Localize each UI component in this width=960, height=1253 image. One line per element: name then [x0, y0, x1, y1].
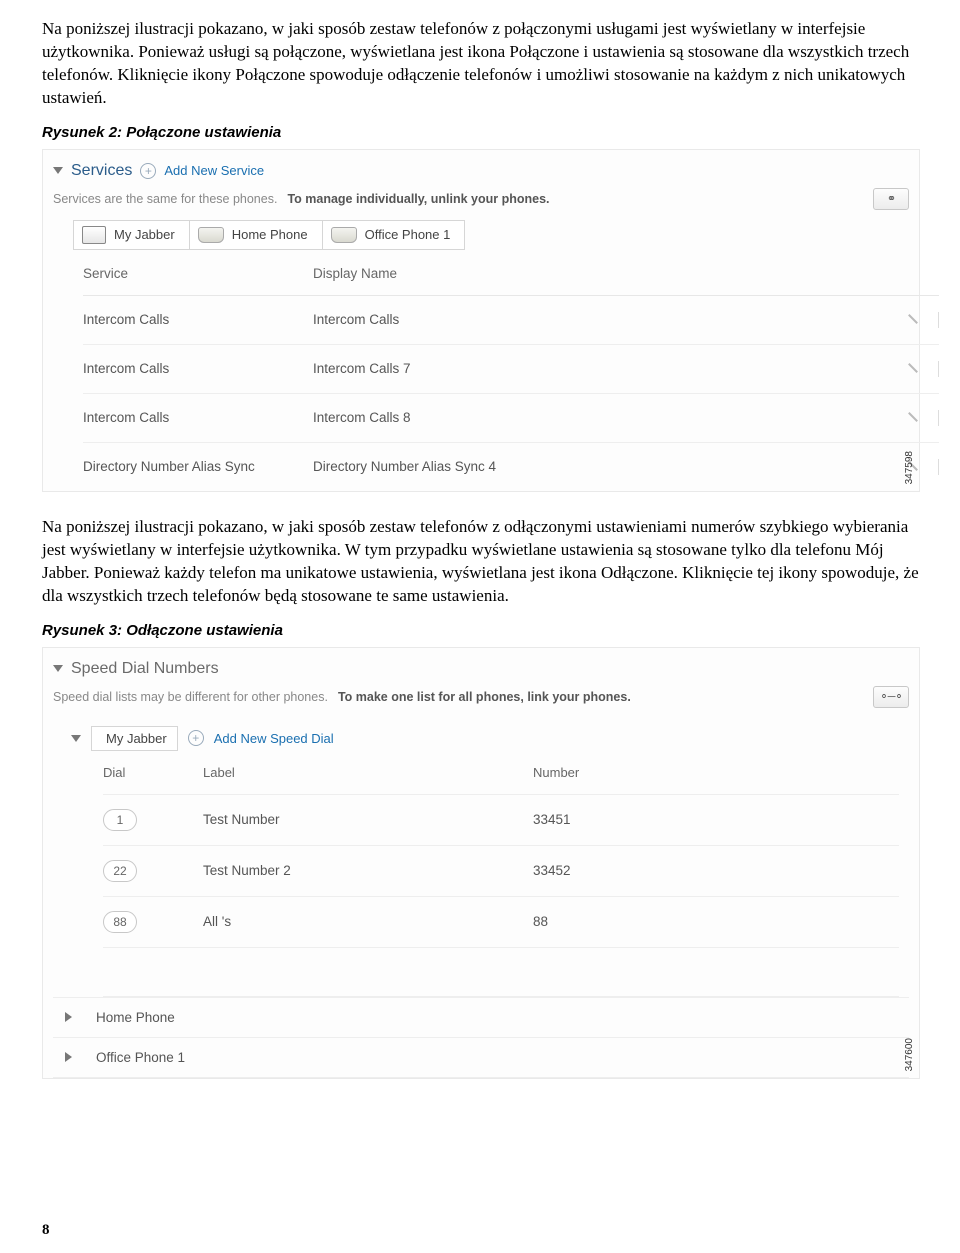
sd-note-a: Speed dial lists may be different for ot… — [53, 690, 328, 704]
col-label: Label — [203, 765, 533, 780]
edit-icon[interactable] — [906, 361, 920, 375]
expand-icon[interactable] — [65, 1012, 72, 1022]
cell: Intercom Calls 7 — [313, 361, 879, 376]
collapse-icon[interactable] — [53, 665, 63, 672]
add-speed-dial-link[interactable]: Add New Speed Dial — [214, 731, 334, 746]
para-1: Na poniższej ilustracji pokazano, w jaki… — [42, 18, 920, 110]
service-row: Intercom Calls Intercom Calls 8 — [83, 394, 939, 443]
tab-my-jabber[interactable]: My Jabber — [73, 220, 190, 250]
collapse-icon[interactable] — [71, 735, 81, 742]
service-row: Directory Number Alias Sync Directory Nu… — [83, 443, 939, 491]
empty-row — [103, 948, 899, 997]
cell: All 's — [203, 914, 533, 929]
services-title: Services — [71, 162, 132, 180]
sd-note-b: To make one list for all phones, link yo… — [338, 690, 631, 704]
device-label: Office Phone 1 — [96, 1050, 185, 1065]
collapse-icon[interactable] — [53, 167, 63, 174]
cell: Intercom Calls — [83, 410, 313, 425]
chip-label: My Jabber — [106, 731, 167, 746]
cell: Directory Number Alias Sync 4 — [313, 459, 879, 474]
tab-label: Home Phone — [232, 227, 308, 242]
col-service: Service — [83, 266, 313, 281]
col-dial: Dial — [103, 765, 203, 780]
tab-office-phone[interactable]: Office Phone 1 — [323, 220, 466, 250]
services-panel: Services + Add New Service Services are … — [42, 149, 920, 492]
divider — [938, 312, 939, 328]
tab-label: My Jabber — [114, 227, 175, 242]
unlink-button[interactable]: ⚭ — [873, 188, 909, 210]
services-note-a: Services are the same for these phones. — [53, 192, 277, 206]
dial-badge: 1 — [103, 809, 137, 831]
jabber-icon — [82, 226, 106, 244]
device-office-phone[interactable]: Office Phone 1 — [53, 1037, 909, 1078]
jabber-chip[interactable]: My Jabber — [91, 726, 178, 751]
services-note-b: To manage individually, unlink your phon… — [287, 192, 549, 206]
cell: 33451 — [533, 812, 899, 827]
cell: Test Number — [203, 812, 533, 827]
figure-3-caption: Rysunek 3: Odłączone ustawienia — [42, 622, 920, 639]
unlink-icon: ⚬─⚬ — [879, 690, 902, 703]
cell: Intercom Calls — [83, 312, 313, 327]
page-number: 8 — [42, 1222, 50, 1239]
tab-label: Office Phone 1 — [365, 227, 451, 242]
cell: 88 — [533, 914, 899, 929]
expand-icon[interactable] — [65, 1052, 72, 1062]
plus-icon[interactable]: + — [188, 730, 204, 746]
speed-dial-panel: Speed Dial Numbers Speed dial lists may … — [42, 647, 920, 1079]
cell: 33452 — [533, 863, 899, 878]
device-label: Home Phone — [96, 1010, 175, 1025]
add-service-link[interactable]: Add New Service — [164, 163, 264, 178]
edit-icon[interactable] — [906, 312, 920, 326]
link-button[interactable]: ⚬─⚬ — [873, 686, 909, 708]
cell: Intercom Calls — [313, 312, 879, 327]
sd-row: 22 Test Number 2 33452 — [103, 846, 899, 897]
plus-icon[interactable]: + — [140, 163, 156, 179]
dial-badge: 88 — [103, 911, 137, 933]
dial-badge: 22 — [103, 860, 137, 882]
divider — [938, 410, 939, 426]
figure-id: 347600 — [904, 1038, 915, 1071]
cell: Test Number 2 — [203, 863, 533, 878]
edit-icon[interactable] — [906, 410, 920, 424]
figure-id: 347598 — [904, 451, 915, 484]
link-icon: ⚭ — [887, 192, 895, 205]
col-display: Display Name — [313, 266, 879, 281]
divider — [938, 459, 939, 475]
speed-dial-title: Speed Dial Numbers — [71, 660, 219, 678]
tab-home-phone[interactable]: Home Phone — [190, 220, 323, 250]
service-row: Intercom Calls Intercom Calls — [83, 296, 939, 345]
figure-2-caption: Rysunek 2: Połączone ustawienia — [42, 124, 920, 141]
phone-icon — [198, 227, 224, 243]
col-number: Number — [533, 765, 899, 780]
phone-icon — [331, 227, 357, 243]
sd-row: 88 All 's 88 — [103, 897, 899, 948]
para-2: Na poniższej ilustracji pokazano, w jaki… — [42, 516, 920, 608]
cell: Intercom Calls 8 — [313, 410, 879, 425]
cell: Directory Number Alias Sync — [83, 459, 313, 474]
cell: Intercom Calls — [83, 361, 313, 376]
divider — [938, 361, 939, 377]
device-home-phone[interactable]: Home Phone — [53, 997, 909, 1037]
service-row: Intercom Calls Intercom Calls 7 — [83, 345, 939, 394]
sd-row: 1 Test Number 33451 — [103, 795, 899, 846]
